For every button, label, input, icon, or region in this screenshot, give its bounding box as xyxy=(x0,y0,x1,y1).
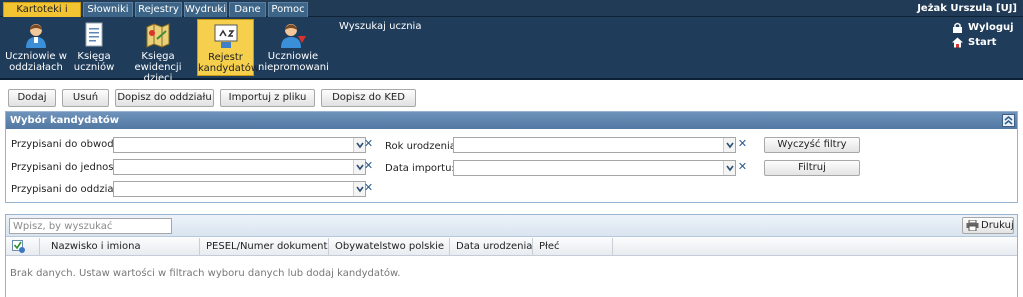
birth-year-label: Rok urodzenia: xyxy=(385,141,460,152)
select-all-icon[interactable] xyxy=(12,240,25,253)
column-gender[interactable]: Płeć xyxy=(534,238,613,256)
double-chevron-up-icon xyxy=(1004,116,1013,125)
assign-to-ked-button[interactable]: Dopisz do KED xyxy=(321,89,416,107)
button-label-line2: ewidencji dzieci xyxy=(134,62,182,84)
grid-toolbar: Drukuj xyxy=(6,215,1017,237)
birth-year-select[interactable] xyxy=(453,137,736,153)
collapse-panel-button[interactable] xyxy=(1002,114,1015,127)
district-label: Przypisani do obwodu: xyxy=(11,139,124,150)
tab-kartoteki[interactable]: Kartoteki i księgi xyxy=(3,2,81,29)
user-name: Jeżak Urszula [UJ] xyxy=(917,3,1017,14)
button-label-line1: Rejestr xyxy=(208,52,243,63)
column-birth-date[interactable]: Data urodzenia xyxy=(451,238,533,256)
button-label-line2: kandydatów xyxy=(198,63,260,74)
grid-header: Nazwisko i imiona PESEL/Numer dokumentu … xyxy=(6,238,1017,256)
ksiega-ewidencji-dzieci-button[interactable]: Księga ewidencji dzieci xyxy=(122,19,194,84)
button-label-line2: niepromowani xyxy=(258,62,329,73)
district-select[interactable] xyxy=(113,137,366,153)
assign-to-class-button[interactable]: Dopisz do oddziału xyxy=(115,89,214,107)
column-pesel[interactable]: PESEL/Numer dokumentu xyxy=(201,238,329,256)
empty-grid-message: Brak danych. Ustaw wartości w filtrach w… xyxy=(10,268,401,279)
printer-icon xyxy=(966,220,979,231)
tab-rejestry[interactable]: Rejestry xyxy=(135,2,182,17)
ksiega-uczniow-button[interactable]: Księga uczniów xyxy=(70,19,118,76)
ribbon: Uczniowie w oddziałach Księga uczniów Ks… xyxy=(0,17,1023,84)
uczniowie-w-oddzialach-button[interactable]: Uczniowie w oddziałach xyxy=(4,19,68,76)
top-menu-bar: Kartoteki i księgi Słowniki Rejestry Wyd… xyxy=(0,0,1023,29)
filter-panel-title: Wybór kandydatów xyxy=(6,112,1017,129)
button-label-line2: oddziałach xyxy=(9,62,63,73)
filter-panel: Wybór kandydatów Przypisani do obwodu: ✕… xyxy=(5,111,1018,203)
button-label-line1: Uczniowie w xyxy=(5,51,67,62)
tab-slowniki[interactable]: Słowniki xyxy=(83,2,133,17)
grid-panel: Drukuj Nazwisko i imiona PESEL/Numer dok… xyxy=(5,214,1018,297)
clear-district-icon[interactable]: ✕ xyxy=(362,137,375,152)
column-name[interactable]: Nazwisko i imiona xyxy=(41,238,200,256)
student-icon xyxy=(26,24,46,48)
logout-label: Wyloguj xyxy=(968,22,1014,33)
document-icon xyxy=(85,22,103,47)
import-date-label: Data importu: xyxy=(385,163,455,174)
add-button[interactable]: Dodaj xyxy=(8,89,56,107)
register-icon xyxy=(214,24,237,48)
student-down-icon xyxy=(281,24,306,48)
button-label-line1: Księga xyxy=(141,51,175,62)
rejestr-kandydatow-button[interactable]: Rejestr kandydatów xyxy=(197,19,260,76)
clear-birth-year-icon[interactable]: ✕ xyxy=(736,137,749,152)
lock-icon xyxy=(953,22,962,33)
tab-dane[interactable]: Dane xyxy=(229,2,266,17)
import-from-file-button[interactable]: Importuj z pliku xyxy=(220,89,315,107)
map-icon xyxy=(146,23,170,48)
home-icon xyxy=(952,37,963,48)
clear-class-icon[interactable]: ✕ xyxy=(362,181,375,196)
remove-button[interactable]: Usuń xyxy=(62,89,109,107)
filter-title: Wybór kandydatów xyxy=(10,115,119,126)
select-all-column[interactable] xyxy=(6,238,40,256)
column-citizenship[interactable]: Obywatelstwo polskie xyxy=(330,238,450,256)
button-label-line2: uczniów xyxy=(73,62,115,73)
clear-unit-icon[interactable]: ✕ xyxy=(362,159,375,174)
uczniowie-niepromowani-button[interactable]: Uczniowie niepromowani xyxy=(258,19,329,76)
clear-import-date-icon[interactable]: ✕ xyxy=(736,160,749,175)
start-label: Start xyxy=(968,37,997,48)
chevron-down-icon[interactable] xyxy=(723,161,735,175)
search-input[interactable] xyxy=(9,218,172,234)
button-label-line1: Księga xyxy=(77,51,111,62)
tab-pomoc[interactable]: Pomoc xyxy=(268,2,308,17)
chevron-down-icon[interactable] xyxy=(723,138,735,152)
import-date-select[interactable] xyxy=(453,160,736,176)
ribbon-title: Wyszukaj ucznia xyxy=(339,21,422,32)
clear-filters-button[interactable]: Wyczyść filtry xyxy=(764,137,860,153)
unit-select[interactable] xyxy=(113,159,366,175)
unit-label: Przypisani do jednostki: xyxy=(11,162,130,173)
class-label: Przypisani do oddziału: xyxy=(11,184,127,195)
print-button[interactable]: Drukuj xyxy=(962,217,1014,234)
button-label-line1: Uczniowie xyxy=(267,51,319,62)
tab-wydruki[interactable]: Wydruki xyxy=(184,2,227,17)
print-label: Drukuj xyxy=(981,220,1014,231)
class-select[interactable] xyxy=(113,181,366,197)
filter-button[interactable]: Filtruj xyxy=(764,160,860,176)
